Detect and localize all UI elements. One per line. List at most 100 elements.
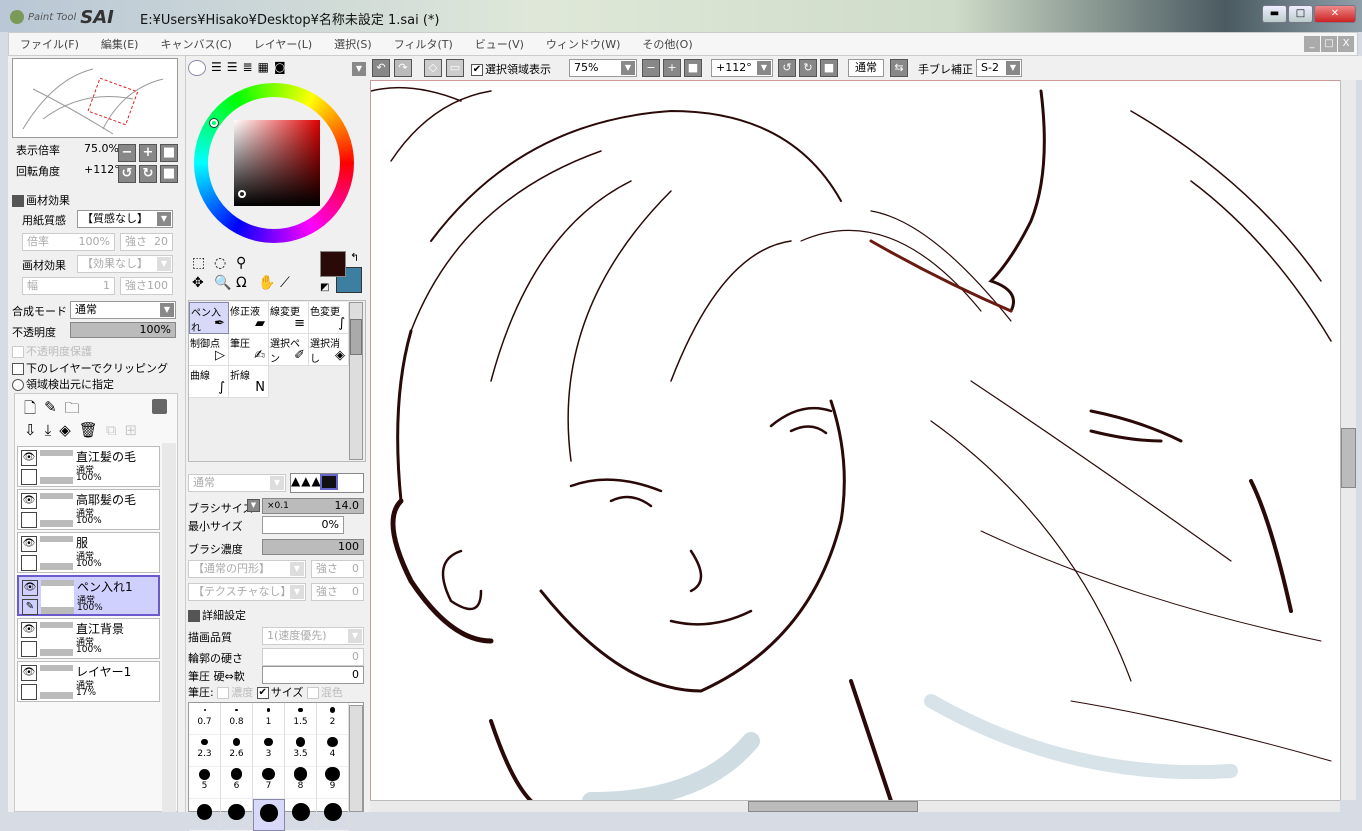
mdi-minimize-button[interactable]: _ — [1304, 36, 1320, 52]
brush-size-preset[interactable]: 7 — [253, 767, 285, 799]
toolbar-rotate-reset-button[interactable]: ■ — [820, 59, 838, 77]
rotate-value[interactable]: +112° — [84, 163, 120, 176]
brush-size-preset[interactable]: 3.5 — [285, 735, 317, 767]
rotate-reset-button[interactable]: ■ — [160, 165, 178, 183]
layer-item[interactable]: 👁 服 通常 100% — [17, 532, 160, 573]
brush-size-preset[interactable] — [285, 799, 317, 831]
stabilizer-select[interactable]: S-2 ▼ — [976, 59, 1022, 77]
pressure-hs-field[interactable]: 0 — [262, 666, 364, 684]
clear-layer-icon[interactable]: ◈ — [59, 421, 71, 439]
layer-item[interactable]: 👁 レイヤー1 通常 17% — [17, 661, 160, 702]
rotate-ccw-button[interactable]: ↺ — [118, 165, 136, 183]
rgb-slider-tab-icon[interactable]: ☰ — [211, 60, 222, 76]
close-button[interactable]: ✕ — [1314, 5, 1356, 23]
hsv-slider-tab-icon[interactable]: ☰ — [227, 60, 238, 76]
tool-select-erase[interactable]: 選択消し ◈ — [309, 334, 349, 366]
rect-select-icon[interactable]: ⬚ — [192, 255, 214, 271]
rotate-cw-button[interactable]: ↻ — [139, 165, 157, 183]
layer-scrollbar[interactable] — [162, 443, 176, 812]
density-slider[interactable]: 100 — [262, 539, 364, 555]
tool-polyline[interactable]: 折線 N — [229, 366, 269, 398]
rotate-icon[interactable]: Ω — [236, 275, 258, 291]
primary-color-swatch[interactable] — [320, 251, 346, 277]
swap-colors-icon[interactable]: ↰ — [350, 251, 359, 264]
lock-toggle[interactable] — [21, 684, 37, 700]
redo-button[interactable]: ↷ — [394, 59, 412, 77]
menu-select[interactable]: 選択(S) — [323, 36, 383, 52]
panel-menu-button[interactable]: ▼ — [352, 62, 366, 76]
brush-size-preset[interactable]: 8 — [285, 767, 317, 799]
visibility-eye-icon[interactable]: 👁 — [22, 580, 38, 596]
zoom-out-button[interactable]: − — [118, 144, 136, 162]
saturation-value-square[interactable] — [234, 120, 320, 206]
default-colors-icon[interactable]: ◩ — [320, 282, 329, 293]
brush-size-preset[interactable] — [317, 799, 349, 831]
region-source-radio[interactable]: 領域検出元に指定 — [12, 376, 114, 392]
pressure-size-checkbox[interactable]: ✔ サイズ — [256, 686, 303, 699]
vertical-scrollbar[interactable] — [1340, 80, 1356, 800]
brush-size-preset[interactable]: 2 — [317, 703, 349, 735]
minimize-button[interactable]: ▬ — [1262, 5, 1287, 23]
tool-pressure[interactable]: 筆圧 ✍ — [229, 334, 269, 366]
brush-size-preset[interactable]: 6 — [221, 767, 253, 799]
zoom-value[interactable]: 75.0% — [84, 142, 119, 155]
brush-size-preset[interactable] — [221, 799, 253, 831]
layer-item[interactable]: 👁 直江背景 通常 100% — [17, 618, 160, 659]
zoom-in-button[interactable]: + — [139, 144, 157, 162]
navigator-preview[interactable] — [12, 58, 178, 138]
lock-toggle[interactable] — [21, 555, 37, 571]
mix-tab-icon[interactable]: ≣ — [243, 60, 253, 76]
brush-size-preset[interactable]: 4 — [317, 735, 349, 767]
swatches-tab-icon[interactable]: ▦ — [258, 60, 269, 76]
visibility-eye-icon[interactable]: 👁 — [21, 450, 37, 466]
tool-line-weight[interactable]: 線変更 ≡ — [269, 302, 309, 334]
rotate-select[interactable]: +112° ▼ — [711, 59, 773, 77]
tool-curve[interactable]: 曲線 ∫ — [189, 366, 229, 398]
menu-edit[interactable]: 編集(E) — [90, 36, 150, 52]
merge-down-icon[interactable]: ⤓ — [45, 421, 52, 439]
maximize-button[interactable]: □ — [1288, 5, 1313, 23]
visibility-eye-icon[interactable]: 👁 — [21, 493, 37, 509]
color-wheel-tab-icon[interactable] — [188, 60, 206, 76]
brush-size-slider[interactable]: ×0.1 14.0 — [262, 498, 364, 514]
menu-window[interactable]: ウィンドウ(W) — [535, 36, 631, 52]
menu-layer[interactable]: レイヤー(L) — [243, 36, 323, 52]
mask-layer-icon[interactable] — [152, 399, 167, 414]
horizontal-scrollbar[interactable] — [370, 800, 1340, 812]
zoom-icon[interactable]: 🔍 — [214, 275, 236, 291]
drawing-canvas[interactable] — [370, 80, 1340, 800]
brush-size-preset[interactable]: 9 — [317, 766, 349, 799]
tool-eraser[interactable]: 修正液 ▰ — [229, 302, 269, 334]
transfer-down-icon[interactable]: ⇩ — [24, 421, 37, 439]
hand-icon[interactable]: ✋ — [258, 275, 280, 291]
brush-size-preset[interactable]: 0.8 — [221, 703, 253, 735]
brush-size-preset[interactable]: 1 — [253, 703, 285, 735]
layer-item[interactable]: 👁 ✎ ペン入れ1 通常 100% — [17, 575, 160, 616]
lock-toggle[interactable] — [21, 469, 37, 485]
brush-size-preset[interactable]: 2.6 — [221, 735, 253, 767]
undo-button[interactable]: ↶ — [372, 59, 390, 77]
paper-select[interactable]: 【質感なし】 ▼ — [77, 210, 173, 228]
visibility-eye-icon[interactable]: 👁 — [21, 622, 37, 638]
edit-pen-icon[interactable]: ✎ — [22, 599, 38, 615]
visibility-eye-icon[interactable]: 👁 — [21, 665, 37, 681]
new-folder-icon[interactable]: 🗀 — [65, 398, 80, 423]
brush-size-preset[interactable]: 0.7 — [189, 703, 221, 735]
menu-canvas[interactable]: キャンバス(C) — [149, 36, 242, 52]
lock-toggle[interactable] — [21, 512, 37, 528]
new-pen-layer-icon[interactable]: ✎ — [44, 398, 57, 423]
move-icon[interactable]: ✥ — [192, 275, 214, 291]
brush-size-preset[interactable]: 2.3 — [189, 735, 221, 767]
lock-toggle[interactable] — [21, 641, 37, 657]
detail-settings-header[interactable]: 詳細設定 — [188, 607, 246, 623]
opacity-slider[interactable]: 100% — [70, 322, 176, 338]
clipping-checkbox[interactable]: 下のレイヤーでクリッピング — [12, 360, 168, 376]
brush-size-preset[interactable] — [253, 799, 285, 831]
tool-scrollbar[interactable] — [349, 302, 363, 460]
min-size-field[interactable]: 0% — [262, 516, 344, 534]
lasso-icon[interactable]: ◌ — [214, 255, 236, 271]
toolbar-rotate-cw-button[interactable]: ↻ — [799, 59, 817, 77]
mdi-close-button[interactable]: X — [1338, 36, 1354, 52]
menu-file[interactable]: ファイル(F) — [9, 36, 90, 52]
zoom-reset-button[interactable]: ■ — [160, 144, 178, 162]
